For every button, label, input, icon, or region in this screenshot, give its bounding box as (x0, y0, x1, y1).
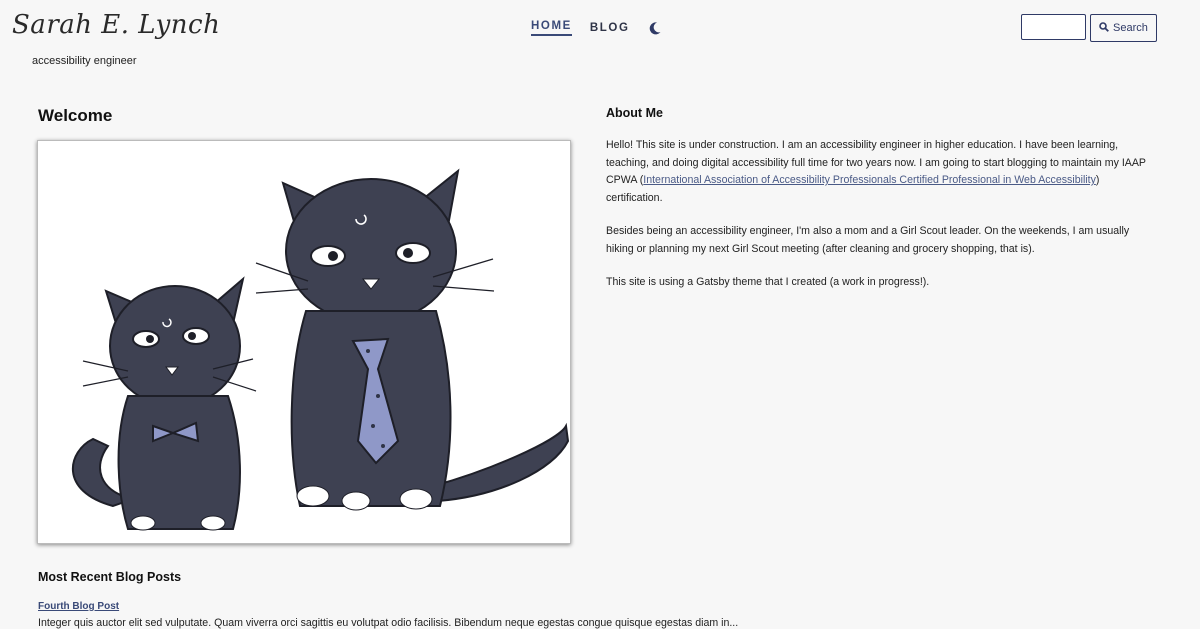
search-input[interactable] (1021, 14, 1086, 40)
moon-icon[interactable] (648, 21, 662, 35)
about-heading: About Me (606, 106, 663, 120)
recent-posts-heading: Most Recent Blog Posts (38, 570, 182, 584)
site-name[interactable]: Sarah E. Lynch (12, 10, 220, 40)
cats-illustration (37, 140, 571, 544)
search-button-label: Search (1113, 22, 1148, 34)
main-nav: HOME BLOG (531, 20, 662, 36)
nav-blog-link[interactable]: BLOG (590, 22, 630, 34)
page: Sarah E. Lynch accessibility engineer HO… (0, 0, 1200, 629)
welcome-heading: Welcome (38, 106, 113, 125)
search-button[interactable]: Search (1090, 14, 1157, 42)
cats-drawing (72, 168, 570, 531)
iaap-cpwa-link[interactable]: International Association of Accessibili… (643, 174, 1096, 186)
about-body: Hello! This site is under construction. … (606, 137, 1146, 308)
about-paragraph-3: This site is using a Gatsby theme that I… (606, 276, 930, 288)
site-tagline: accessibility engineer (32, 55, 137, 67)
search-icon (1099, 21, 1109, 35)
search-form: Search (1021, 14, 1157, 42)
post-title-link[interactable]: Fourth Blog Post (38, 601, 119, 612)
post-excerpt: Integer quis auctor elit sed vulputate. … (38, 617, 739, 629)
nav-home-link[interactable]: HOME (531, 20, 572, 36)
about-paragraph-1: Hello! This site is under construction. … (606, 137, 1146, 207)
small-cat (72, 276, 245, 530)
about-paragraph-2: Besides being an accessibility engineer,… (606, 225, 1130, 255)
big-cat (281, 168, 570, 507)
